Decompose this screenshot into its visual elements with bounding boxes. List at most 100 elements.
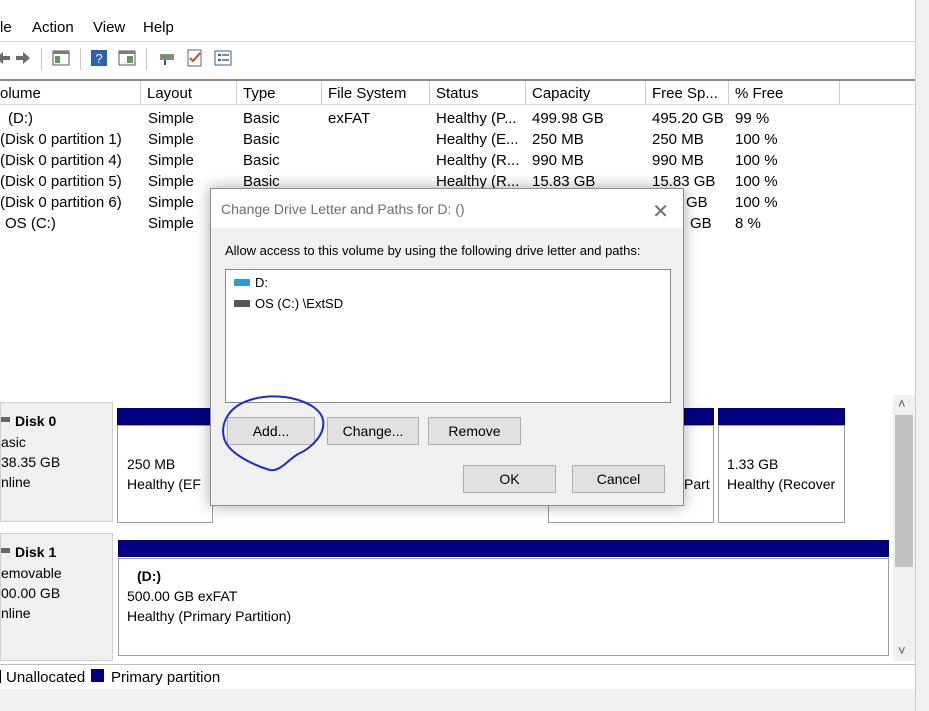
checklist-icon[interactable] [186,49,204,67]
cell-free-space: 495.20 GB [652,110,724,127]
legend: Unallocated Primary partition [0,664,915,690]
disk-icon [1,417,10,422]
help-icon[interactable]: ? [90,49,108,67]
column-layout[interactable]: Layout [141,81,237,104]
menu-view[interactable]: View [93,19,125,36]
disk-1-size: 00.00 GB [1,585,61,601]
cell-free-space: 250 MB [652,131,704,148]
cell-volume: (Disk 0 partition 1) [0,131,122,148]
cell-file-system: exFAT [328,110,371,127]
window-edge [915,0,929,711]
legend-primary-label: Primary partition [111,669,221,686]
cell-percent-free: 100 % [735,152,778,169]
column-volume[interactable]: olume [0,81,141,104]
cell-type: Basic [243,131,280,148]
path-label: D: [255,275,268,290]
cell-layout: Simple [148,173,194,190]
console-tree-icon[interactable] [52,49,70,67]
close-icon[interactable]: ✕ [652,199,669,224]
volume-list-header: olume Layout Type File System Status Cap… [0,81,915,105]
path-label: OS (C:) \ExtSD [255,296,344,311]
properties-icon[interactable] [118,49,136,67]
partition-header-bar [117,408,213,425]
cancel-button[interactable]: Cancel [572,465,665,493]
cell-volume: OS (C:) [5,215,56,232]
legend-unallocated-swatch [0,670,1,683]
toolbar: ? [0,41,915,76]
column-type[interactable]: Type [237,81,322,104]
column-status[interactable]: Status [430,81,526,104]
toolbar-separator [41,48,42,70]
ok-button[interactable]: OK [463,465,556,493]
cell-layout: Simple [148,152,194,169]
cell-capacity: 499.98 GB [532,110,604,127]
table-row[interactable]: (Disk 0 partition 4) Simple Basic Health… [0,150,915,171]
cell-percent-free: 100 % [735,131,778,148]
change-button[interactable]: Change... [327,417,419,445]
cell-type: Basic [243,152,280,169]
scrollbar-thumb[interactable] [895,415,913,567]
cell-free-space: GB [686,194,708,211]
partition-recovery-status: Healthy (Recover [727,476,836,492]
column-percent-free[interactable]: % Free [729,81,840,104]
annotation-circle [222,395,325,472]
scroll-up-arrow-icon[interactable]: ˄ [898,396,906,411]
table-row[interactable]: (Disk 0 partition 1) Simple Basic Health… [0,129,915,150]
disk-1-name: Disk 1 [1,544,56,560]
disk-0-size: 38.35 GB [1,454,61,470]
scroll-down-arrow-icon[interactable]: ˅ [898,643,906,658]
cell-volume: (D:) [8,110,33,127]
column-file-system[interactable]: File System [322,81,430,104]
partition-status: Part [684,476,710,492]
cell-layout: Simple [148,131,194,148]
disk-0-label[interactable]: Disk 0 asic 38.35 GB nline [0,402,113,522]
remove-button[interactable]: Remove [428,417,521,445]
connect-drive-icon[interactable] [158,49,176,67]
cell-free-space: GB [690,215,712,232]
cell-type: Basic [243,110,280,127]
partition-d-name: (D:) [137,568,162,584]
menu-action[interactable]: Action [32,19,74,36]
cell-volume: (Disk 0 partition 4) [0,152,122,169]
legend-unallocated-label: Unallocated [6,669,86,686]
drive-icon [234,279,250,286]
list-item[interactable]: D: [234,275,268,290]
cell-volume: (Disk 0 partition 5) [0,173,122,190]
toolbar-separator [80,48,81,70]
dialog-title: Change Drive Letter and Paths for D: () [221,201,465,217]
disk-0-type: asic [1,434,26,450]
drive-paths-list[interactable]: D: OS (C:) \ExtSD [225,269,671,403]
disk-0-name: Disk 0 [1,413,56,429]
cell-percent-free: 100 % [735,173,778,190]
cell-percent-free: 99 % [735,110,770,127]
cell-capacity: 990 MB [532,152,584,169]
settings-list-icon[interactable] [214,49,232,67]
partition-recovery[interactable] [718,425,845,523]
cell-status: Healthy (P... [436,110,517,127]
forward-icon[interactable] [14,49,32,67]
disk-1-state: nline [1,605,31,621]
table-row[interactable]: (D:) Simple Basic exFAT Healthy (P... 49… [0,108,915,129]
menu-help[interactable]: Help [143,19,174,36]
cell-free-space: 990 MB [652,152,704,169]
disk-0-state: nline [1,474,31,490]
partition-header-bar [118,540,889,557]
back-icon[interactable] [0,49,12,67]
partition-recovery-size: 1.33 GB [727,456,779,472]
column-capacity[interactable]: Capacity [526,81,646,104]
disk-1-label[interactable]: Disk 1 emovable 00.00 GB nline [0,533,113,661]
column-free-space[interactable]: Free Sp... [646,81,729,104]
dialog-prompt: Allow access to this volume by using the… [225,243,641,258]
menu-file[interactable]: le [0,19,12,36]
cell-layout: Simple [148,110,194,127]
partition-efi-status: Healthy (EF [127,476,201,492]
cell-layout: Simple [148,215,194,232]
disk-1-type: emovable [1,565,62,581]
dialog-titlebar: Change Drive Letter and Paths for D: () … [211,189,683,228]
drive-icon [234,300,250,307]
list-item[interactable]: OS (C:) \ExtSD [234,296,343,311]
partition-efi[interactable] [117,425,213,523]
partition-d[interactable]: (D:) 500.00 GB exFAT Healthy (Primary Pa… [118,558,889,656]
partition-d-size: 500.00 GB exFAT [127,588,238,604]
legend-primary-swatch [91,669,104,682]
